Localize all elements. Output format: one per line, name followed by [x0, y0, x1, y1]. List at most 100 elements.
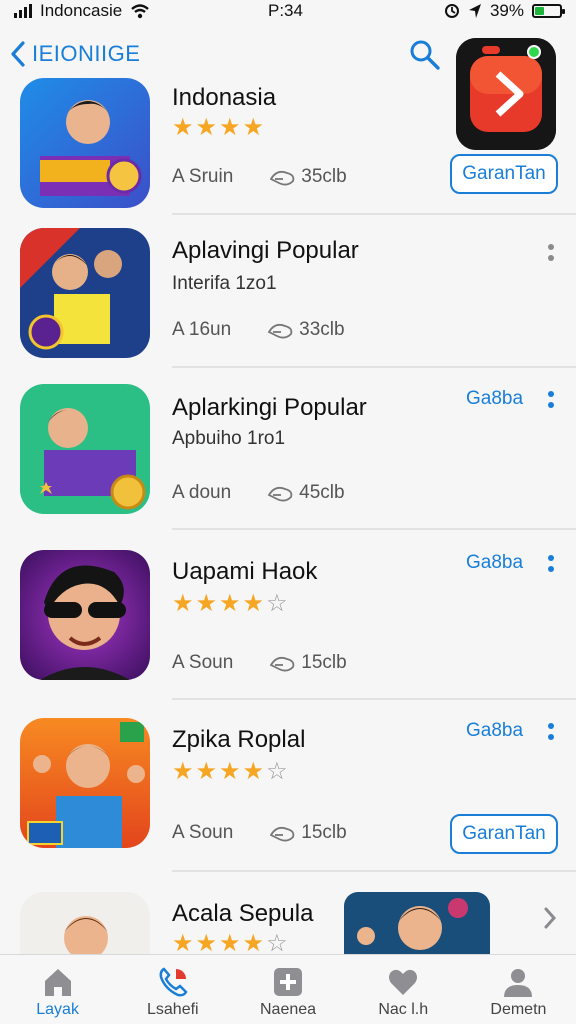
list-item[interactable]: Aplavingi Popular Interifa 1zo1 A 16un 3… — [0, 215, 576, 368]
tab-favorites[interactable]: Nac l.h — [346, 955, 461, 1024]
size-value: 35clb — [301, 166, 347, 187]
star-icon: ★ — [195, 590, 218, 617]
meta-left: A Soun — [172, 652, 234, 673]
size-info: 35clb — [269, 166, 347, 188]
star-icon: ★ — [242, 930, 265, 957]
size-info: 15clb — [269, 822, 347, 844]
star-empty-icon: ☆ — [266, 590, 288, 617]
get-button[interactable]: GaranTan — [450, 814, 558, 854]
chevron-left-icon — [11, 41, 25, 67]
get-link[interactable]: Ga8ba — [466, 388, 523, 410]
rating-stars: ★ ★ ★ ★ ☆ — [172, 932, 288, 956]
star-icon: ★ — [219, 114, 241, 141]
more-options-icon[interactable] — [544, 237, 558, 267]
app-title: Aplavingi Popular — [172, 237, 359, 264]
star-icon: ★ — [195, 930, 218, 957]
size-value: 15clb — [301, 652, 347, 673]
star-icon: ★ — [172, 590, 194, 617]
meta-left: A Soun — [172, 822, 234, 843]
get-button[interactable]: GaranTan — [450, 154, 558, 194]
star-icon: ★ — [195, 114, 218, 141]
app-title: Aplarkingi Popular — [172, 394, 367, 421]
app-icon — [20, 78, 150, 208]
tab-label: Nac l.h — [378, 1001, 429, 1018]
size-value: 45clb — [299, 482, 345, 503]
size-value: 15clb — [301, 822, 347, 843]
person-icon — [504, 969, 533, 997]
get-link[interactable]: Ga8ba — [466, 720, 523, 742]
home-icon — [44, 969, 71, 996]
tab-profile[interactable]: Demetn — [461, 955, 576, 1024]
star-icon: ★ — [219, 758, 241, 785]
star-icon: ★ — [242, 758, 265, 785]
signal-icon — [14, 4, 32, 18]
wifi-icon — [131, 4, 150, 19]
search-icon[interactable] — [408, 38, 442, 72]
battery-icon — [532, 4, 565, 18]
battery-fill — [535, 7, 545, 15]
battery-percent: 39% — [489, 1, 524, 20]
status-bar: Indoncasie P:34 39% — [0, 0, 576, 22]
promo-banner[interactable] — [344, 892, 490, 954]
star-icon: ★ — [242, 590, 265, 617]
tab-label: Demetn — [490, 1001, 547, 1018]
more-options-icon[interactable] — [544, 548, 558, 578]
download-size-icon — [267, 486, 293, 502]
status-left: Indoncasie — [14, 1, 150, 21]
star-icon: ★ — [219, 590, 241, 617]
add-icon — [274, 968, 302, 996]
phone-icon — [159, 967, 188, 997]
star-empty-icon: ☆ — [266, 930, 288, 957]
star-icon: ★ — [172, 114, 194, 141]
app-title: Indonasia — [172, 84, 277, 111]
app-title: Acala Sepula — [172, 900, 314, 927]
heart-icon — [389, 969, 418, 995]
alarm-icon — [444, 4, 459, 18]
meta-left: A Sruin — [172, 166, 234, 187]
star-icon: ★ — [242, 114, 265, 141]
list-item[interactable]: Aplarkingi Popular Apbuiho 1ro1 A doun 4… — [0, 368, 576, 530]
app-icon — [20, 384, 150, 514]
star-icon: ★ — [219, 930, 241, 957]
tab-label: Lsahefi — [147, 1001, 199, 1018]
chevron-right-icon[interactable] — [542, 906, 558, 930]
status-right: 39% — [444, 1, 565, 21]
more-options-icon[interactable] — [544, 384, 558, 414]
app-icon — [20, 228, 150, 358]
tab-add[interactable]: Naenea — [230, 955, 345, 1024]
app-meta: A doun 45clb — [172, 482, 345, 504]
download-size-icon — [269, 170, 295, 186]
back-label: IEIONIIGE — [32, 41, 141, 66]
tab-home[interactable]: Layak — [0, 955, 115, 1024]
app-meta: A Sruin 35clb — [172, 166, 347, 188]
rating-stars: ★ ★ ★ ★ ☆ — [172, 592, 288, 616]
app-icon — [20, 550, 150, 680]
more-options-icon[interactable] — [544, 716, 558, 746]
list-item[interactable]: Acala Sepula ★ ★ ★ ★ ☆ — [0, 872, 576, 956]
star-icon: ★ — [172, 930, 194, 957]
download-size-icon — [267, 323, 293, 339]
list-item[interactable]: Zpika Roplal ★ ★ ★ ★ ☆ A Soun 15clb Ga8ba Ga… — [0, 700, 576, 872]
back-button[interactable]: IEIONIIGE — [10, 41, 140, 67]
app-subtitle: Interifa 1zo1 — [172, 273, 277, 294]
meta-left: A 16un — [172, 319, 232, 340]
star-icon: ★ — [195, 758, 218, 785]
app-title: Zpika Roplal — [172, 726, 306, 753]
app-title: Uapami Haok — [172, 558, 318, 585]
download-size-icon — [270, 656, 295, 672]
tab-bar: Layak Lsahefi Naenea Nac l.h Demetn — [0, 954, 576, 1024]
list-item[interactable]: Indonasia ★ ★ ★ ★ A Sruin 35clb GaranTan — [0, 72, 576, 215]
list-item[interactable]: Uapami Haok ★ ★ ★ ★ ☆ A Soun 15clb Ga8ba — [0, 530, 576, 700]
meta-left: A doun — [172, 482, 232, 503]
tab-label: Layak — [36, 1001, 79, 1018]
size-info: 45clb — [267, 482, 345, 504]
star-icon: ★ — [172, 758, 194, 785]
get-link[interactable]: Ga8ba — [466, 552, 523, 574]
clock: P:34 — [268, 1, 303, 20]
app-subtitle: Apbuiho 1ro1 — [172, 428, 286, 449]
carrier-name: Indoncasie — [40, 1, 123, 20]
rating-stars: ★ ★ ★ ★ — [172, 116, 264, 140]
tab-calls[interactable]: Lsahefi — [115, 955, 230, 1024]
app-icon — [20, 892, 150, 954]
tab-label: Naenea — [259, 1001, 317, 1018]
